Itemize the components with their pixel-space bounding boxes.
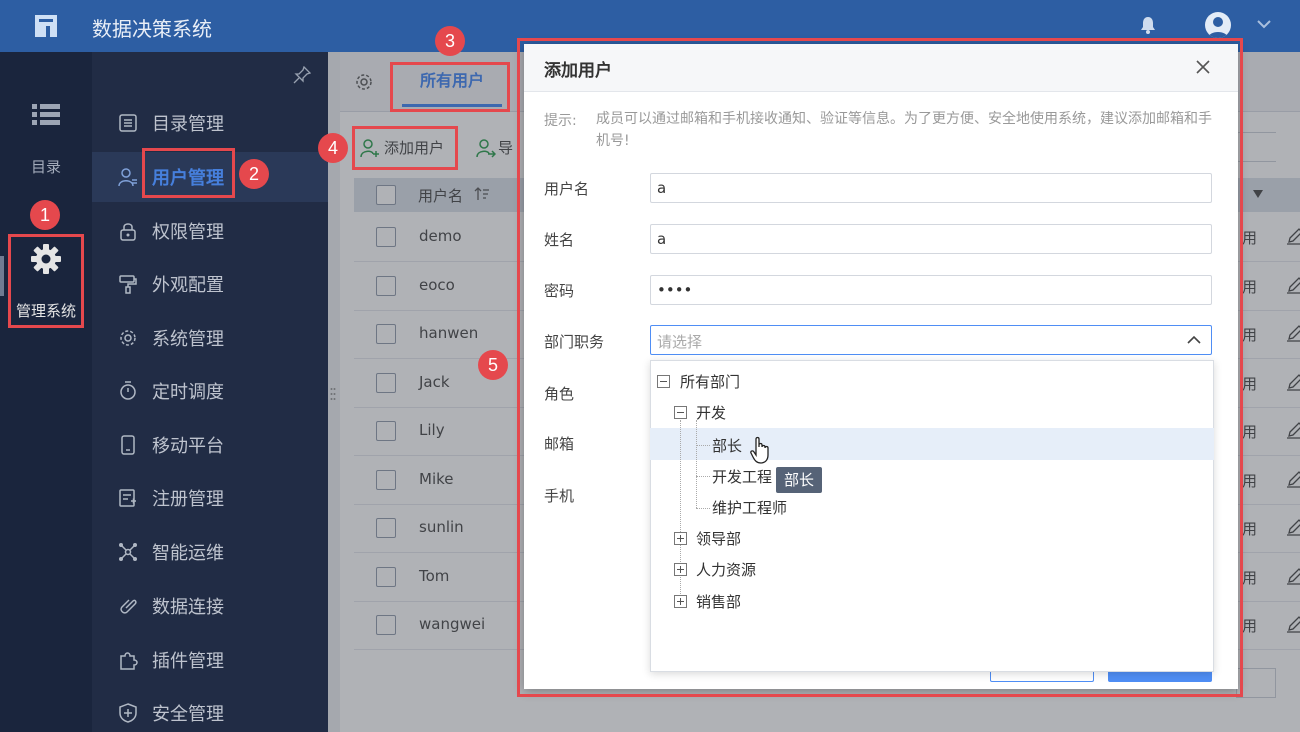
bell-icon[interactable] <box>1140 16 1156 34</box>
user-avatar[interactable] <box>1205 12 1231 38</box>
avatar-icon <box>1208 17 1228 38</box>
annotation-badge: 3 <box>435 26 465 56</box>
annotation-frame-admin <box>8 234 84 328</box>
app-title: 数据决策系统 <box>92 17 212 41</box>
annotation-frame-all-users <box>390 62 510 112</box>
annotation-badge: 5 <box>478 350 508 380</box>
annotation-badge: 4 <box>318 133 348 163</box>
chevron-down-icon[interactable] <box>1256 18 1272 30</box>
annotation-frame-add-user <box>352 126 458 170</box>
annotation-badge: 1 <box>30 200 60 230</box>
annotation-frame-users <box>142 148 235 198</box>
app-logo-icon <box>35 15 57 37</box>
annotation-badge: 2 <box>239 159 269 189</box>
annotation-frame-dialog <box>517 38 1243 697</box>
